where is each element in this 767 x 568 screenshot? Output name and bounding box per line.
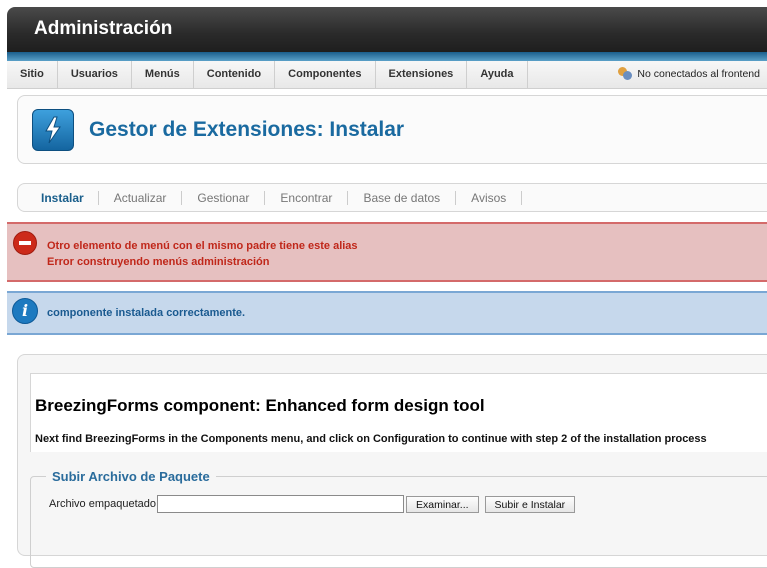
frontend-status-text: No conectados al frontend xyxy=(637,67,760,80)
tab-actualizar[interactable]: Actualizar xyxy=(99,190,183,205)
install-result: BreezingForms component: Enhanced form d… xyxy=(30,373,767,452)
error-line-1: Otro elemento de menú con el mismo padre… xyxy=(47,240,358,252)
menu-item-sitio[interactable]: Sitio xyxy=(7,61,58,88)
page-title: Gestor de Extensiones: Instalar xyxy=(89,118,405,141)
error-icon xyxy=(13,231,37,255)
users-icon xyxy=(618,67,633,80)
tab-base-de-datos[interactable]: Base de datos xyxy=(348,190,457,205)
component-description: Next find BreezingForms in the Component… xyxy=(35,433,707,445)
package-file-label: Archivo empaquetado xyxy=(49,498,157,510)
info-message: i componente instalada correctamente. xyxy=(7,291,767,335)
frontend-status: No conectados al frontend xyxy=(618,67,760,80)
menu-item-extensiones[interactable]: Extensiones xyxy=(376,61,468,88)
content-panel: BreezingForms component: Enhanced form d… xyxy=(17,354,767,568)
header-stripe xyxy=(7,52,767,61)
error-message: Otro elemento de menú con el mismo padre… xyxy=(7,222,767,282)
upload-package-fieldset: Subir Archivo de Paquete Archivo empaque… xyxy=(30,469,767,568)
menu-item-ayuda[interactable]: Ayuda xyxy=(467,61,528,88)
error-line-2: Error construyendo menús administración xyxy=(47,256,270,268)
menu-item-componentes[interactable]: Componentes xyxy=(275,61,376,88)
upload-install-button[interactable]: Subir e Instalar xyxy=(484,495,576,513)
browse-button[interactable]: Examinar... xyxy=(406,495,479,513)
menu-item-contenido[interactable]: Contenido xyxy=(194,61,276,88)
admin-title: Administración xyxy=(34,18,173,39)
tab-instalar[interactable]: Instalar xyxy=(18,190,99,205)
info-text: componente instalada correctamente. xyxy=(47,307,246,319)
lightning-icon xyxy=(32,109,74,151)
tab-encontrar[interactable]: Encontrar xyxy=(265,190,349,205)
menu-item-menus[interactable]: Menús xyxy=(132,61,194,88)
info-icon: i xyxy=(12,298,38,324)
menu-item-usuarios[interactable]: Usuarios xyxy=(58,61,132,88)
upload-row: Archivo empaquetado Examinar... Subir e … xyxy=(49,495,576,513)
tab-avisos[interactable]: Avisos xyxy=(456,190,523,205)
tab-gestionar[interactable]: Gestionar xyxy=(182,190,266,205)
page-title-box: Gestor de Extensiones: Instalar xyxy=(17,95,767,164)
upload-legend: Subir Archivo de Paquete xyxy=(46,469,216,484)
main-menu-bar: Sitio Usuarios Menús Contenido Component… xyxy=(7,61,767,89)
admin-header: Administración xyxy=(7,7,767,52)
package-file-input[interactable] xyxy=(157,495,405,513)
component-heading: BreezingForms component: Enhanced form d… xyxy=(35,396,485,415)
extension-manager-tabs: Instalar Actualizar Gestionar Encontrar … xyxy=(17,183,767,212)
